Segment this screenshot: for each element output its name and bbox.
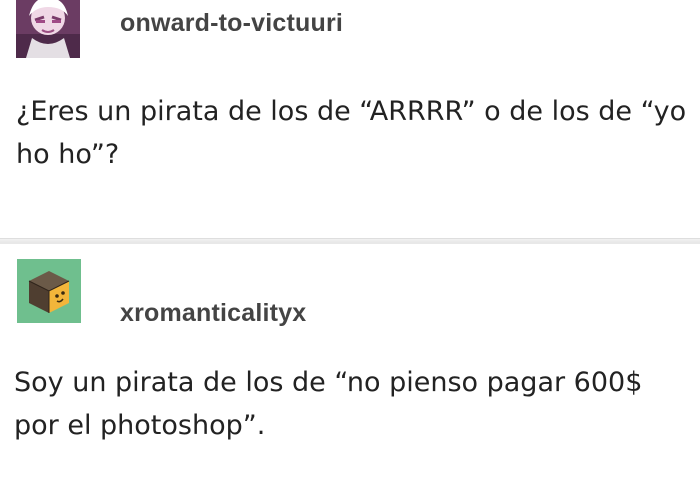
username[interactable]: xromanticalityx xyxy=(120,299,306,328)
post-2: xromanticalityx Soy un pirata de los de … xyxy=(0,244,700,490)
post-text: Soy un pirata de los de “no pienso pagar… xyxy=(14,367,643,441)
post-text: ¿Eres un pirata de los de “ARRRR” o de l… xyxy=(16,96,687,170)
post-1: onward-to-victuuri ¿Eres un pirata de lo… xyxy=(0,0,700,238)
username[interactable]: onward-to-victuuri xyxy=(120,9,343,38)
cube-avatar-icon[interactable] xyxy=(17,259,81,323)
anime-character-avatar-icon[interactable] xyxy=(16,0,80,58)
